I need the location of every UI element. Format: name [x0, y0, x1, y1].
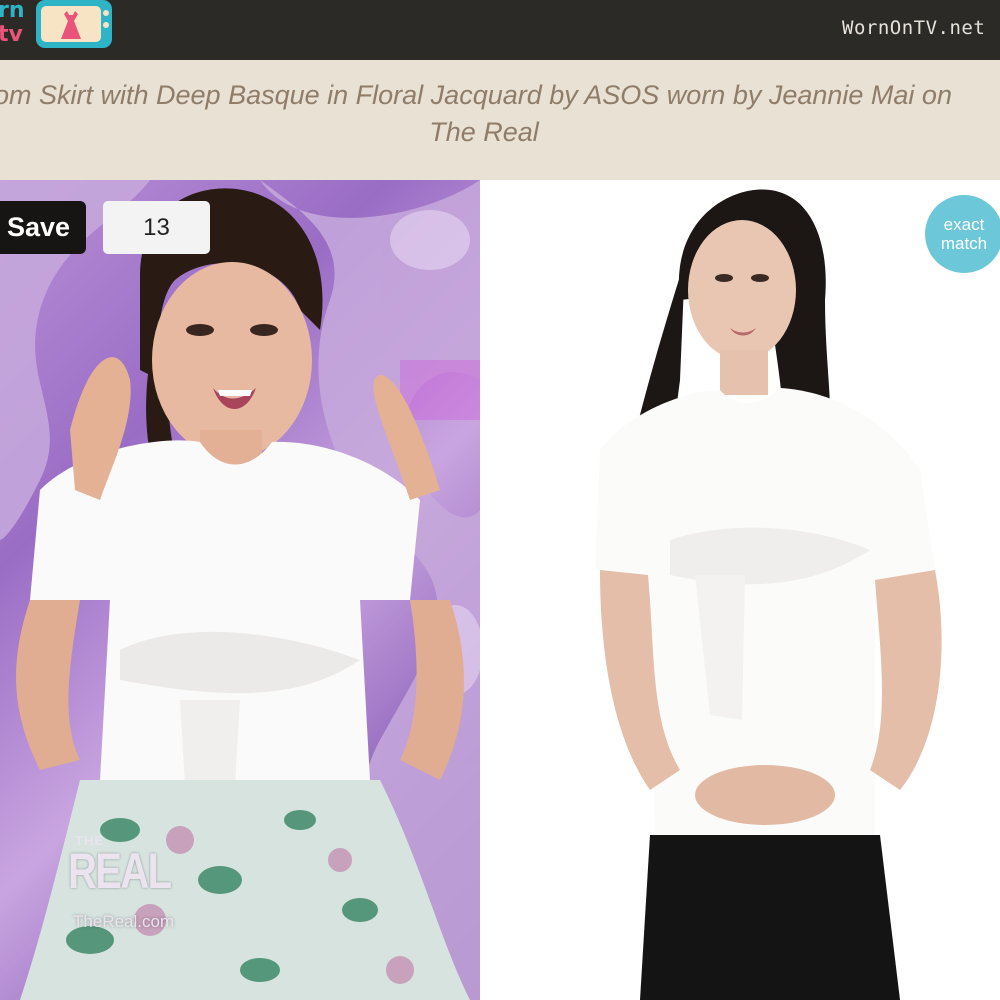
site-name[interactable]: WornOnTV.net: [842, 17, 985, 39]
show-watermark-real: REAL: [68, 843, 172, 899]
exact-match-badge: exact match: [925, 195, 1000, 273]
logo-text-line1: rn: [0, 0, 25, 23]
item-title-line2: The Real: [429, 117, 539, 147]
save-button[interactable]: Save: [0, 201, 86, 254]
logo-text-line2: tv: [0, 22, 23, 47]
item-title-band: om Skirt with Deep Basque in Floral Jacq…: [0, 60, 1000, 180]
exact-match-badge-line2: match: [940, 234, 988, 253]
save-count: 13: [103, 201, 210, 254]
tv-screen: [41, 6, 101, 42]
product-photo[interactable]: [480, 180, 1000, 1000]
tv-icon: [36, 0, 112, 48]
top-bar: rn tv WornOnTV.net: [0, 0, 1000, 60]
item-title-line1: om Skirt with Deep Basque in Floral Jacq…: [0, 80, 952, 110]
dress-icon: [61, 11, 81, 39]
exact-match-badge-line1: exact: [943, 215, 985, 234]
site-logo[interactable]: rn tv: [0, 0, 115, 52]
product-model-scene: [595, 189, 942, 1000]
tv-knob: [103, 10, 109, 16]
tv-knob: [103, 22, 109, 28]
show-watermark-site: TheReal.com: [73, 912, 175, 931]
